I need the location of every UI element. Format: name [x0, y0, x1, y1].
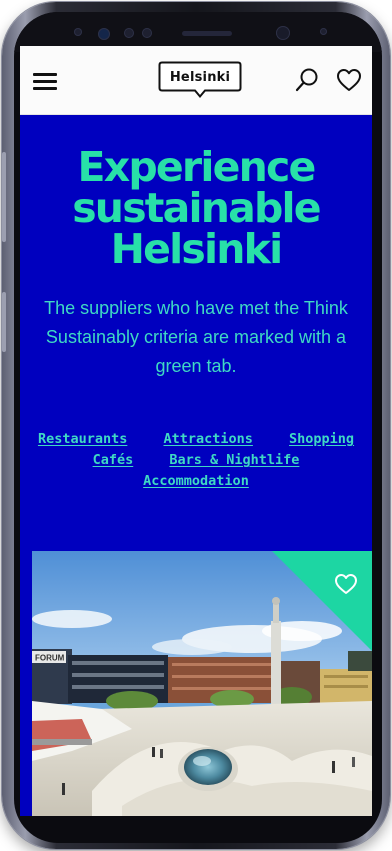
front-camera — [276, 26, 290, 40]
category-link-bars-nightlife[interactable]: Bars & Nightlife — [169, 452, 299, 468]
earpiece-speaker — [182, 31, 232, 36]
category-link-restaurants[interactable]: Restaurants — [38, 431, 127, 447]
iris-scanner — [98, 28, 110, 40]
heart-icon[interactable] — [336, 68, 362, 92]
sensor-dot — [124, 28, 134, 38]
category-link-shopping[interactable]: Shopping — [289, 431, 354, 447]
forum-sign-text: FORUM — [35, 654, 65, 663]
heart-outline-icon[interactable] — [334, 573, 358, 595]
helsinki-logo[interactable]: Helsinki — [158, 61, 242, 99]
hero-title-line: Helsinki — [110, 225, 284, 273]
category-link-accommodation[interactable]: Accommodation — [143, 473, 249, 489]
hero-title-line: Experience — [77, 143, 317, 191]
hero-section: Experience sustainable Helsinki The supp… — [20, 115, 372, 381]
category-link-attractions[interactable]: Attractions — [163, 431, 252, 447]
sensor-dot — [320, 28, 327, 35]
category-link-cafes[interactable]: Cafés — [93, 452, 134, 468]
sensor-dot — [74, 28, 82, 36]
logo-text: Helsinki — [169, 70, 231, 85]
sustainability-green-tab — [272, 551, 372, 651]
side-button-volume — [2, 152, 6, 242]
hamburger-menu-icon[interactable] — [33, 73, 57, 91]
side-button-bixby — [2, 292, 6, 352]
site-header: Helsinki — [20, 46, 372, 115]
hero-title-line: sustainable — [72, 184, 321, 232]
feature-card[interactable]: FORUM — [32, 551, 372, 816]
hero-subtitle: The suppliers who have met the Think Sus… — [44, 298, 348, 376]
category-links: Restaurants Attractions Shopping Cafés B… — [20, 429, 372, 492]
search-icon[interactable] — [295, 67, 319, 93]
hero-title: Experience sustainable Helsinki — [20, 147, 372, 270]
app-screen: Helsinki Experience sustainable Helsinki… — [20, 46, 372, 816]
sensor-dot — [142, 28, 152, 38]
